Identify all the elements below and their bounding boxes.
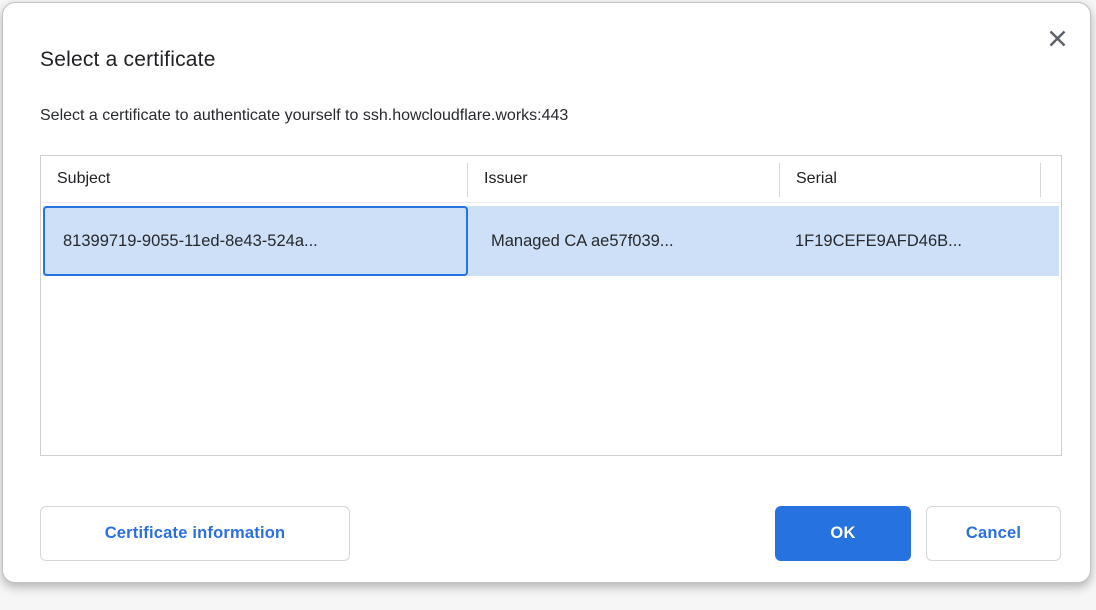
close-icon <box>1048 29 1067 48</box>
certificate-row-selected[interactable]: 81399719-9055-11ed-8e43-524a... Managed … <box>43 206 1059 276</box>
close-button[interactable] <box>1044 25 1070 51</box>
column-header-filler <box>1041 156 1061 202</box>
certificate-table: Subject Issuer Serial 81399719-9055-11ed… <box>40 155 1062 456</box>
column-header-serial: Serial <box>780 156 1041 202</box>
cell-serial[interactable]: 1F19CEFE9AFD46B... <box>780 206 1041 276</box>
certificate-select-dialog: Select a certificate Select a certificat… <box>2 2 1091 583</box>
table-header: Subject Issuer Serial <box>41 156 1061 203</box>
column-header-subject: Subject <box>41 156 468 202</box>
cell-issuer[interactable]: Managed CA ae57f039... <box>468 206 780 276</box>
dialog-title: Select a certificate <box>40 48 216 72</box>
certificate-information-button[interactable]: Certificate information <box>40 506 350 561</box>
column-header-issuer: Issuer <box>468 156 780 202</box>
dialog-subtitle: Select a certificate to authenticate you… <box>40 107 568 125</box>
cancel-button[interactable]: Cancel <box>926 506 1061 561</box>
cell-subject[interactable]: 81399719-9055-11ed-8e43-524a... <box>43 206 468 276</box>
ok-button[interactable]: OK <box>775 506 911 561</box>
